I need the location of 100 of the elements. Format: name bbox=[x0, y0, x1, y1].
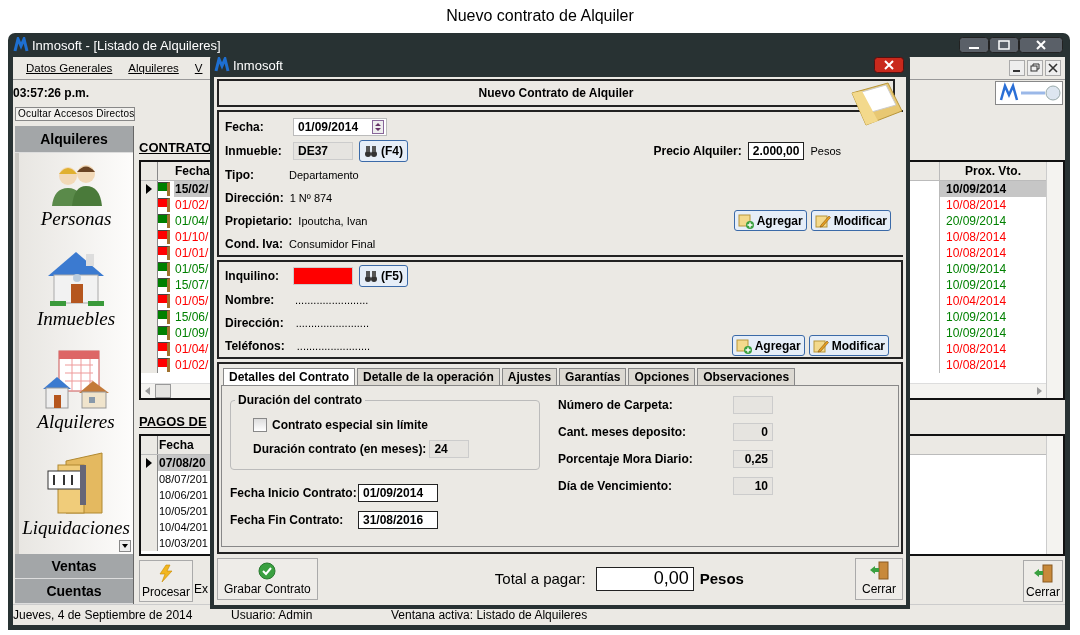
add-button[interactable]: Agregar bbox=[733, 210, 807, 231]
checkbox[interactable] bbox=[253, 418, 267, 432]
close-icon[interactable] bbox=[874, 57, 904, 73]
hide-shortcuts-button[interactable]: Ocultar Accesos Directos bbox=[15, 107, 135, 121]
restore-icon[interactable] bbox=[1027, 60, 1043, 76]
app-logo-icon bbox=[214, 57, 230, 73]
shortcut-label[interactable]: Personas bbox=[40, 208, 112, 231]
tab[interactable]: Opciones bbox=[628, 368, 696, 385]
placeholder-dots: ........................ bbox=[296, 339, 371, 352]
table-cell[interactable]: 15/07/ bbox=[174, 277, 213, 293]
sidebar-group-header[interactable]: Ventas bbox=[15, 554, 133, 579]
field-label: Inmueble: bbox=[225, 144, 283, 158]
input-field[interactable]: 01/09/2014 bbox=[358, 484, 438, 502]
checkbox-label[interactable]: Contrato especial sin límite bbox=[272, 418, 429, 432]
field-label: Tipo: bbox=[225, 167, 256, 182]
lookup-button[interactable]: (F4) bbox=[359, 140, 408, 162]
scrollbar-thumb[interactable] bbox=[155, 384, 171, 398]
table-cell[interactable]: 10/04/201 bbox=[158, 519, 211, 535]
field-label: Duración contrato (en meses): bbox=[253, 442, 427, 456]
table-cell[interactable]: 01/04/ bbox=[174, 213, 213, 229]
row-selector[interactable] bbox=[141, 455, 158, 471]
input-field[interactable]: 10 bbox=[733, 477, 773, 495]
table-cell[interactable]: 10/05/201 bbox=[158, 503, 211, 519]
total-field[interactable]: 0,00 bbox=[595, 566, 694, 591]
menu-item[interactable]: Datos Generales bbox=[26, 62, 113, 74]
tab[interactable]: Detalle de la operación bbox=[357, 368, 500, 385]
field-value: 1 Nº 874 bbox=[289, 191, 333, 204]
app-logo-icon bbox=[13, 37, 29, 53]
table-cell[interactable]: 10/03/201 bbox=[158, 535, 211, 551]
column-header[interactable]: Fecha bbox=[174, 162, 213, 180]
table-cell[interactable]: 01/09/ bbox=[174, 325, 213, 341]
shortcut-label[interactable]: Liquidaciones bbox=[22, 516, 130, 539]
minimize-icon[interactable] bbox=[959, 37, 989, 53]
input-field[interactable]: 24 bbox=[429, 440, 470, 458]
table-cell[interactable]: 01/10/ bbox=[174, 229, 213, 245]
lookup-button[interactable]: (F5) bbox=[359, 265, 408, 287]
field-label: Dirección: bbox=[225, 315, 284, 330]
edit-icon bbox=[814, 212, 831, 229]
tenant-field[interactable] bbox=[293, 267, 353, 285]
row-selector[interactable] bbox=[141, 181, 158, 197]
tab[interactable]: Garantías bbox=[559, 368, 627, 385]
window-title: Inmosoft bbox=[233, 57, 283, 73]
table-cell[interactable]: 08/07/201 bbox=[158, 471, 211, 487]
save-button[interactable]: Grabar Contrato bbox=[217, 557, 318, 600]
input-field[interactable]: 2.000,00 bbox=[747, 142, 805, 160]
row-pointer-icon bbox=[145, 457, 153, 469]
clock-text: 03:57:26 p.m. bbox=[13, 86, 90, 100]
input-field[interactable]: DE37 bbox=[293, 142, 353, 160]
date-field[interactable]: 01/09/2014 bbox=[293, 118, 387, 136]
table-cell[interactable]: 10/06/201 bbox=[158, 487, 211, 503]
table-cell[interactable]: 01/02/ bbox=[174, 357, 213, 373]
sidebar-group-header[interactable]: Cuentas bbox=[15, 579, 133, 604]
table-cell[interactable]: 01/02/ bbox=[174, 197, 213, 213]
input-field[interactable] bbox=[733, 396, 773, 414]
field-label: Nombre: bbox=[225, 292, 276, 307]
spinner-icon bbox=[372, 120, 384, 134]
input-field[interactable]: 31/08/2016 bbox=[358, 511, 438, 529]
scroll-down-icon[interactable] bbox=[119, 540, 131, 552]
field-label: Fecha: bbox=[225, 120, 265, 134]
field-label: Fecha Fin Contrato: bbox=[230, 513, 345, 527]
close-icon[interactable] bbox=[1019, 37, 1063, 53]
table-cell[interactable]: 01/05/ bbox=[174, 293, 213, 309]
table-cell[interactable]: 01/05/ bbox=[174, 261, 213, 277]
close-button[interactable]: Cerrar bbox=[855, 557, 903, 600]
add-button[interactable]: Agregar bbox=[731, 335, 805, 356]
shortcut-label[interactable]: Alquileres bbox=[37, 410, 115, 433]
sidebar-group-header[interactable]: Alquileres bbox=[15, 126, 133, 153]
minimize-icon[interactable] bbox=[1009, 60, 1025, 76]
process-button[interactable]: Procesar bbox=[139, 560, 194, 602]
vertical-scrollbar[interactable] bbox=[1046, 436, 1063, 554]
add-icon bbox=[735, 337, 752, 354]
input-field[interactable]: 0,25 bbox=[733, 450, 773, 468]
close-button[interactable]: Cerrar bbox=[1023, 560, 1063, 602]
table-cell[interactable]: 15/02/ bbox=[174, 181, 213, 197]
tab[interactable]: Ajustes bbox=[501, 368, 558, 385]
column-header[interactable]: Fecha bbox=[158, 436, 211, 454]
edit-button[interactable]: Modificar bbox=[810, 210, 891, 231]
field-label: Total a pagar: bbox=[494, 570, 586, 587]
group-title: Duración del contrato bbox=[235, 393, 365, 407]
table-cell[interactable]: 10/09/2014 bbox=[939, 181, 1046, 197]
input-field[interactable]: 0 bbox=[733, 423, 773, 441]
menu-item[interactable]: Alquileres bbox=[128, 62, 179, 74]
table-cell[interactable]: 07/08/20 bbox=[158, 455, 211, 471]
field-value: Departamento bbox=[289, 168, 359, 181]
calendar-houses-icon bbox=[41, 348, 111, 411]
page-heading: Nuevo contrato de Alquiler bbox=[445, 6, 635, 26]
tab[interactable]: Observaciones bbox=[697, 368, 796, 385]
section-title: CONTRATO bbox=[139, 140, 212, 156]
maximize-icon[interactable] bbox=[989, 37, 1019, 53]
tab[interactable]: Detalles del Contrato bbox=[223, 368, 356, 385]
field-label: Dirección: bbox=[225, 190, 284, 205]
table-cell[interactable]: 01/01/ bbox=[174, 245, 213, 261]
table-cell[interactable]: 01/04/ bbox=[174, 341, 213, 357]
close-icon[interactable] bbox=[1045, 60, 1061, 76]
export-button[interactable]: Ex bbox=[193, 560, 209, 602]
menu-item[interactable]: V bbox=[194, 62, 203, 74]
vertical-scrollbar[interactable] bbox=[1046, 162, 1063, 398]
table-cell[interactable]: 15/06/ bbox=[174, 309, 213, 325]
edit-button[interactable]: Modificar bbox=[808, 335, 889, 356]
shortcut-label[interactable]: Inmuebles bbox=[36, 308, 116, 331]
